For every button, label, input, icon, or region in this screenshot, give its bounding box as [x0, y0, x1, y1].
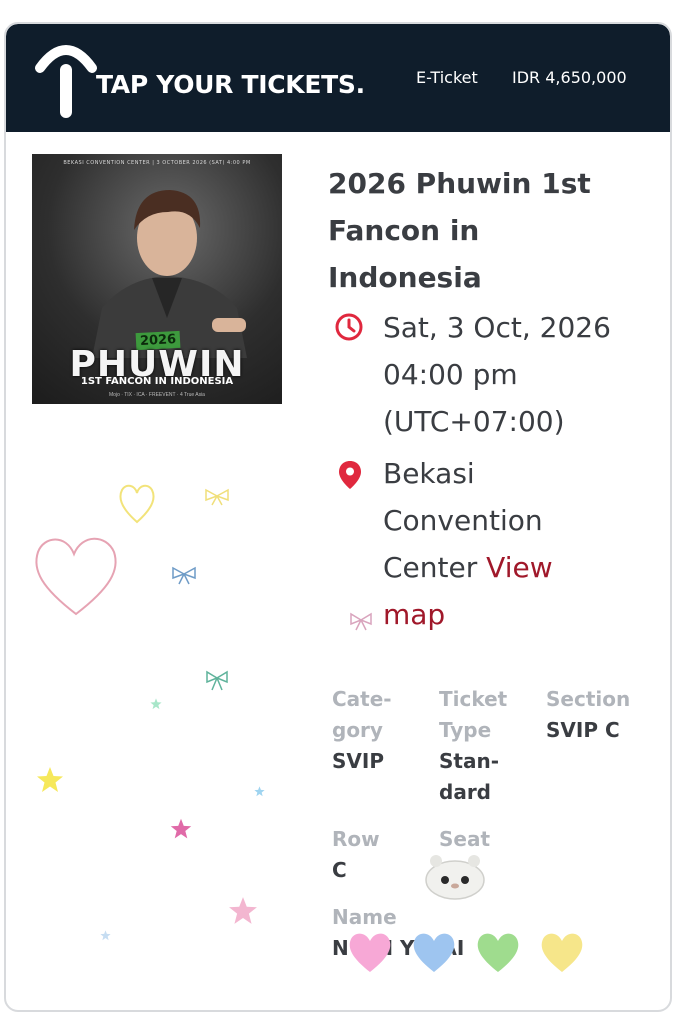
ticket-type-value: Stan- dard [439, 749, 499, 804]
event-timezone: (UTC+07:00) [383, 405, 565, 438]
brand-name: TAP YOUR TICKETS. [96, 70, 365, 99]
name-label: Name [332, 905, 397, 929]
ticket-kind-label: E-Ticket [416, 68, 478, 87]
poster-artist-figure [92, 190, 247, 358]
bear-sticker-icon [425, 855, 485, 900]
mint-star-sticker-icon [150, 698, 162, 710]
category-label: Cate- gory [332, 687, 392, 742]
row-label: Row [332, 827, 380, 851]
pink-bow-sticker-icon [350, 612, 372, 631]
green-bow-sticker-icon [206, 670, 228, 691]
section-field: Section SVIP C [546, 684, 646, 746]
poster-sponsor-logos: Mojo · TIX · ICA · FREEVENT · 4 True Asi… [109, 392, 205, 398]
blue-heart-emoji-icon [413, 933, 455, 972]
green-heart-emoji-icon [477, 933, 519, 972]
yellow-bow-sticker-icon [205, 488, 229, 506]
event-time: 04:00 pm [383, 358, 518, 391]
event-datetime: Sat, 3 Oct, 2026 04:00 pm (UTC+07:00) [383, 304, 653, 445]
pink-heart-sticker-icon [35, 537, 117, 616]
map-pin-icon [339, 461, 361, 489]
row-value: C [332, 858, 347, 882]
pink-star-sticker-icon [229, 897, 257, 924]
category-value: SVIP [332, 749, 384, 773]
section-value: SVIP C [546, 718, 620, 742]
row-field: Row C [332, 824, 422, 886]
tap-logo-icon [35, 45, 97, 118]
yellow-heart-emoji-icon [541, 933, 583, 972]
event-date: Sat, 3 Oct, 2026 [383, 311, 611, 344]
poster-venue-line: BEKASI CONVENTION CENTER | 3 OCTOBER 202… [63, 160, 251, 166]
pale-blue-star-sticker-icon [100, 930, 111, 941]
pink-heart-emoji-icon [349, 933, 391, 972]
clock-icon [335, 313, 363, 341]
magenta-star-sticker-icon [170, 818, 192, 839]
ticket-price: IDR 4,650,000 [512, 68, 627, 87]
poster-subtitle: 1ST FANCON IN INDONESIA [80, 376, 234, 387]
section-label: Section [546, 687, 631, 711]
seat-field: Seat [439, 824, 529, 855]
category-field: Cate- gory SVIP [332, 684, 422, 777]
light-blue-star-sticker-icon [254, 786, 265, 797]
event-title: 2026 Phuwin 1st Fancon in Indonesia [328, 167, 591, 294]
ticket-header: TAP YOUR TICKETS. E-Ticket IDR 4,650,000 [6, 24, 670, 132]
ticket-type-field: Ticket Type Stan- dard [439, 684, 529, 808]
event-venue: Bekasi Convention Center View map [383, 450, 623, 638]
yellow-heart-sticker-icon [119, 484, 155, 524]
blue-bow-sticker-icon [172, 566, 196, 585]
seat-label: Seat [439, 827, 491, 851]
yellow-star-sticker-icon [37, 767, 63, 792]
ticket-type-label: Ticket Type [439, 687, 508, 742]
event-poster: BEKASI CONVENTION CENTER | 3 OCTOBER 202… [32, 154, 282, 404]
